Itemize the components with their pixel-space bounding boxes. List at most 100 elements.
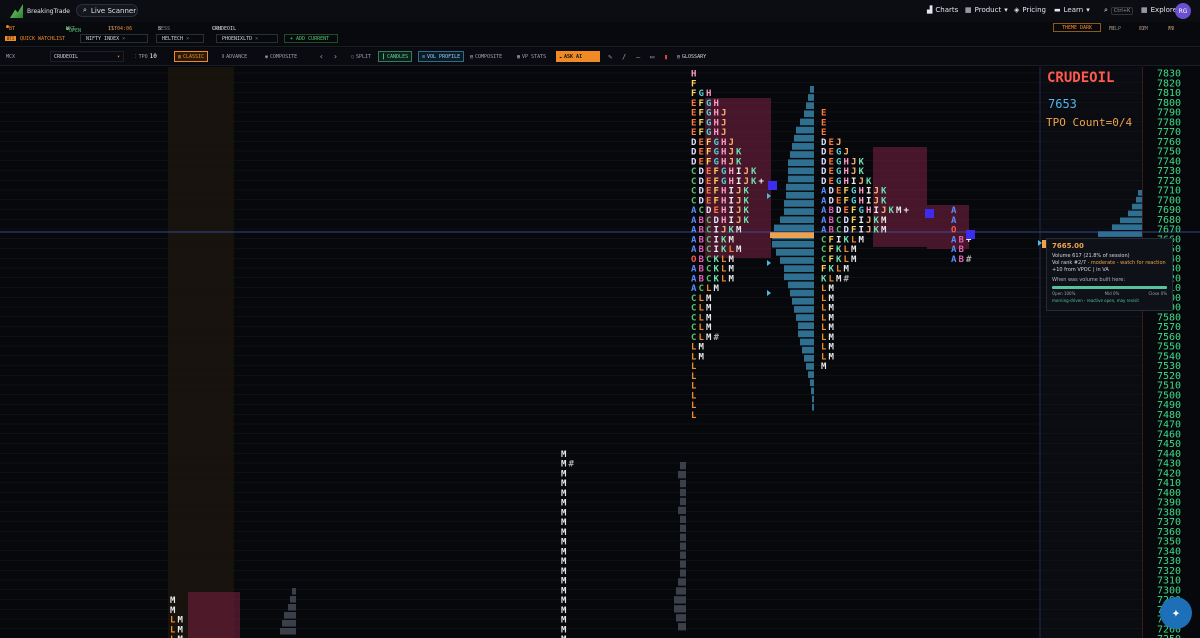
symbol-selector[interactable]: CRUDEOIL ▾ [50, 51, 124, 62]
tpo-letter: H [691, 70, 696, 80]
tpo-letter: H [714, 99, 719, 109]
tpo-letter: K [866, 177, 872, 187]
tpo-letter: G [836, 177, 841, 187]
candles-toggle[interactable]: ┃ CANDLES [378, 51, 413, 62]
tpo-letter: F [714, 196, 719, 206]
tpo-letter: M [851, 245, 857, 255]
tpo-letter: D [821, 138, 827, 148]
tpo-letter: K [874, 216, 880, 226]
add-current-button[interactable]: + ADD CURRENT [284, 34, 338, 43]
tpo-letter: D [829, 196, 835, 206]
close-icon[interactable]: × [255, 36, 258, 42]
volume-bar [676, 614, 686, 622]
nav-learn[interactable]: ▬ Learn ▾ [1054, 6, 1090, 14]
watchlist-item-phoenix[interactable]: PHOENIXLTD × [216, 34, 278, 43]
candle-icon: ┃ [382, 53, 386, 60]
sparkle-ai-button[interactable]: ✦ [1160, 597, 1192, 629]
tpo-letter: J [721, 128, 726, 138]
mode-advance-button[interactable]: ⫴ ADVANCE [219, 51, 250, 62]
pencil-icon[interactable]: ✎ [605, 51, 615, 62]
nav-explore[interactable]: ▦ Explore [1141, 6, 1177, 14]
theme-toggle[interactable]: THEME DARK [1053, 23, 1101, 32]
tpo-letter: J [721, 118, 726, 128]
watchlist-item-label: PHOENIXLTD [222, 35, 253, 42]
tooltip-price: 7665.00 [1052, 242, 1084, 250]
tpo-letter: M [561, 616, 567, 626]
vol-profile-toggle[interactable]: ≡ VOL PROFILE [418, 51, 465, 62]
quick-search[interactable]: ⌕ Ctrl+K [1104, 6, 1134, 15]
tpo-chart[interactable]: HFF G HE F G HE F G H JE F G H JE F G H JD E F G H JD E F G H J KD E F… [0, 67, 1200, 638]
tpo-letter: F [691, 79, 696, 89]
tooltip-mid: Mid 0% [1104, 291, 1120, 296]
tpo-letter: C [691, 323, 696, 333]
volume-bar [680, 533, 686, 541]
tpo-letter: C [699, 206, 704, 216]
ib-marker [767, 260, 771, 266]
tpo-letter: A [691, 235, 697, 245]
volume-bar [678, 623, 686, 631]
tpo-letter: J [729, 148, 734, 158]
tpo-letter: K [744, 187, 750, 197]
tpo-letter: I [866, 196, 871, 206]
close-icon[interactable]: × [122, 36, 125, 42]
tpo-letter: M [561, 450, 567, 460]
tpo-letter: M [829, 323, 835, 333]
close-icon[interactable]: × [186, 36, 189, 42]
live-scanner-search[interactable]: ⌕ Live Scanner [76, 4, 138, 17]
top-navbar: BreakingTrade ⌕ Live Scanner ▟ Charts ▦ … [0, 0, 1200, 23]
ask-ai-button[interactable]: ☁ ASK AI [556, 51, 600, 62]
mode-composite-label: COMPOSITE [270, 53, 298, 60]
brand-logo[interactable]: BreakingTrade [10, 4, 70, 18]
watchlist-item-heltech[interactable]: HELTECH × [156, 34, 204, 43]
tpo-letter: D [706, 206, 712, 216]
tooltip-close: Close 0% [1148, 291, 1167, 296]
next-arrow-icon[interactable]: › [330, 51, 341, 62]
tpo-letter: H [844, 157, 849, 167]
tpo-size-control[interactable]: ⁚ TPO 10 [132, 51, 160, 62]
tpo-letter: # [966, 255, 972, 265]
tpo-letter: L [721, 255, 727, 265]
exchange-selector[interactable]: MCX [3, 51, 49, 62]
tooltip-rank-note: moderate - watch for reaction [1090, 260, 1166, 266]
line-tool-icon[interactable]: ∕ [619, 51, 629, 62]
nav-charts[interactable]: ▟ Charts [927, 6, 958, 14]
tpo-letter: M [729, 235, 735, 245]
live-scanner-label: Live Scanner [90, 6, 137, 15]
tpo-letter: E [836, 196, 841, 206]
nav-product[interactable]: ▦ Product ▾ [965, 6, 1008, 14]
tooltip-rank: Vol rank #2/7 · moderate - watch for rea… [1052, 260, 1167, 266]
shortcut-badge: Ctrl+K [1110, 6, 1134, 15]
tpo-letter: K [714, 274, 720, 284]
tpo-letter: M [881, 216, 887, 226]
columns-icon: ⫴ [222, 53, 225, 60]
mode-composite-button[interactable]: ◉ COMPOSITE [262, 51, 300, 62]
trash-icon[interactable]: ▮ [661, 51, 671, 62]
volume-bar [798, 330, 814, 338]
tpo-letter: H [866, 206, 871, 216]
nav-pricing[interactable]: ◈ Pricing [1014, 6, 1046, 14]
tpo-letter: M [829, 313, 835, 323]
tpo-letter: K [889, 206, 895, 216]
split-button[interactable]: ▯ SPLIT [348, 51, 374, 62]
glossary-button[interactable]: ▤ GLOSSARY [674, 51, 709, 62]
mode-classic-button[interactable]: ▥ CLASSIC [174, 51, 209, 62]
tpo-letter: L [170, 616, 176, 626]
volume-bar [674, 596, 686, 604]
composite-toggle[interactable]: ▤ COMPOSITE [467, 51, 505, 62]
tpo-letter: M [896, 206, 902, 216]
brand-name: BreakingTrade [27, 7, 70, 15]
volume-bar [676, 587, 686, 595]
watchlist-item-nifty[interactable]: NIFTY INDEX × [80, 34, 148, 43]
tpo-letter: C [691, 313, 696, 323]
tpo-letter: A [821, 216, 827, 226]
prev-arrow-icon[interactable]: ‹ [316, 51, 327, 62]
rectangle-icon[interactable]: ▭ [647, 51, 657, 62]
tpo-letter: E [691, 128, 696, 138]
volume-bar [804, 110, 814, 118]
horizontal-line-icon[interactable]: — [633, 51, 643, 62]
tpo-letter: G [699, 89, 704, 99]
tpo-letter: F [851, 216, 856, 226]
user-avatar[interactable]: RG [1175, 3, 1191, 19]
vp-stats-toggle[interactable]: ▦ VP STATS [514, 51, 549, 62]
tpo-letter: L [706, 284, 712, 294]
